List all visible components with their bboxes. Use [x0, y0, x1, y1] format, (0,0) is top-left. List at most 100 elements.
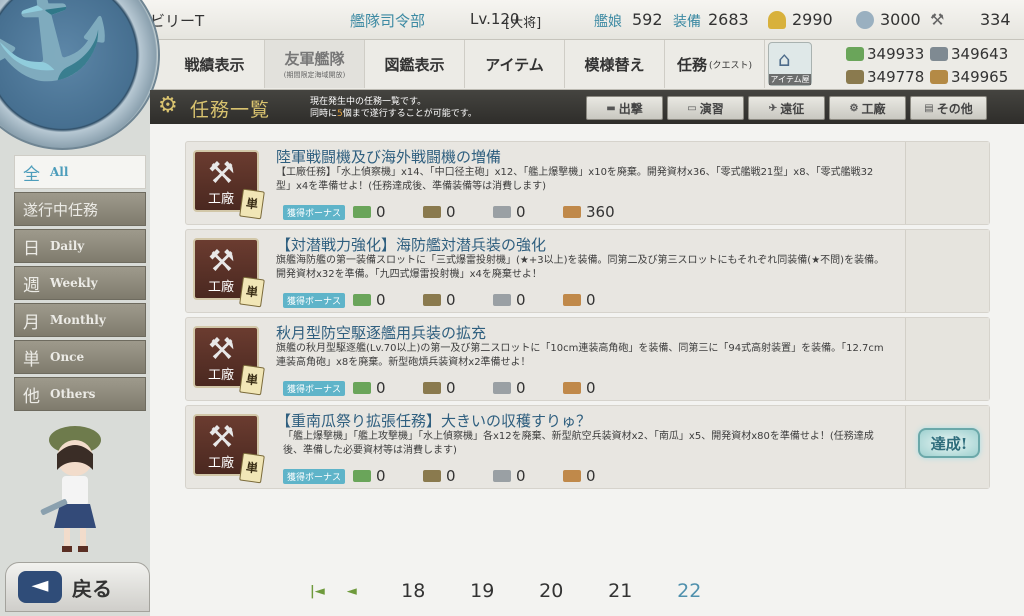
nav-quest-sublabel: (クエスト)	[708, 60, 753, 71]
filter-expedition[interactable]: ✈ 遠征	[748, 96, 825, 120]
nav-friend-fleet[interactable]: 友軍艦隊 (期間限定海域開放)	[265, 40, 365, 88]
arsenal-icon: ⚙	[849, 102, 859, 114]
filter-exercise[interactable]: ▭ 演習	[667, 96, 744, 120]
page-number[interactable]: 21	[586, 580, 655, 602]
nav-items-label: アイテム	[485, 55, 544, 74]
quest-status: 達成!	[905, 406, 989, 488]
filter-other[interactable]: ▤ その他	[910, 96, 987, 120]
other-icon: ▤	[924, 102, 934, 114]
nav-items[interactable]: アイテム	[465, 40, 565, 88]
emblem-character: ⚓	[0, 0, 124, 96]
gear-icon: ⚙	[158, 93, 178, 118]
quest-card[interactable]: ⚒ 工廠 単 秋月型防空駆逐艦用兵装の拡充 旗艦の秋月型駆逐艦(Lv.70以上)…	[185, 317, 990, 401]
category-weekly-ja: 週	[23, 275, 40, 296]
shop-icon: ⌂	[778, 47, 791, 71]
filter-sortie[interactable]: ▬ 出撃	[586, 96, 663, 120]
quest-title-bar: ⚙ 任務一覧 現在発生中の任務一覧です。 同時に5個まで遂行することが可能です。…	[150, 90, 1024, 124]
filter-arsenal[interactable]: ⚙ 工廠	[829, 96, 906, 120]
quest-card[interactable]: ⚒ 工廠 単 【重南瓜祭り拡張任務】大きいの収穫すりゅ？ 「艦上爆撃機」「艦上攻…	[185, 405, 990, 489]
reward-value: 0	[376, 291, 386, 309]
steel-icon	[930, 70, 948, 84]
category-all[interactable]: 全 All	[14, 155, 146, 189]
ship-label: 艦娘	[594, 14, 622, 30]
category-others[interactable]: 他 Others	[14, 377, 146, 411]
reward-value: 0	[586, 467, 596, 485]
item-shop-button[interactable]: ⌂ アイテム屋	[768, 42, 812, 86]
reward-ammo: 0	[423, 203, 493, 221]
ammo-value: 349778	[867, 68, 925, 86]
bauxite-reward-icon	[563, 206, 582, 218]
filter-expedition-label: 遠征	[780, 101, 805, 116]
quest-card[interactable]: ⚒ 工廠 単 【対潜戦力強化】海防艦対潜兵装の強化 旗艦海防艦の第一装備スロット…	[185, 229, 990, 313]
steel-reward-icon	[493, 470, 512, 482]
page-number[interactable]: 19	[448, 580, 517, 602]
category-once[interactable]: 単 Once	[14, 340, 146, 374]
category-monthly[interactable]: 月 Monthly	[14, 303, 146, 337]
quest-title: 【重南瓜祭り拡張任務】大きいの収穫すりゅ？	[276, 412, 592, 430]
pagination: |◄ ◄ 18 19 20 21 22	[310, 578, 724, 604]
quest-title: 陸軍戦闘機及び海外戦闘機の増備	[276, 148, 502, 166]
nav-quest[interactable]: 任務 (クエスト)	[665, 40, 765, 88]
first-page-icon[interactable]: |◄	[310, 584, 325, 599]
category-weekly-en: Weekly	[50, 276, 98, 290]
filter-sortie-label: 出撃	[618, 101, 643, 116]
fuel-reward-icon	[353, 206, 372, 218]
quest-rewards: 獲得ボーナス 0 0 0 360	[283, 203, 633, 221]
steel-reward-icon	[493, 382, 512, 394]
material-ammo: 349778	[846, 67, 924, 87]
ammo-reward-icon	[423, 382, 442, 394]
page-number[interactable]: 20	[517, 580, 586, 602]
material-instant-repair: 349933	[846, 44, 924, 64]
ship-count: 592	[632, 10, 663, 29]
reward-value: 0	[376, 467, 386, 485]
quest-frequency-badge: 単	[239, 452, 265, 484]
category-in-progress[interactable]: 遂行中任務	[14, 192, 146, 226]
quest-note-prefix: 同時に	[310, 109, 338, 119]
page-number[interactable]: 18	[379, 580, 448, 602]
reward-value: 0	[586, 379, 596, 397]
quest-frequency-badge: 単	[239, 188, 265, 220]
fuel-reward-icon	[353, 382, 372, 394]
quest-rewards: 獲得ボーナス 0 0 0 0	[283, 291, 633, 309]
hammer-wrench-icon: ⚒	[208, 156, 235, 191]
quest-category-label: 工廠	[207, 368, 234, 383]
nav-friend-fleet-sublabel: (期間限定海域開放)	[283, 71, 346, 79]
player-name: ビリーT	[150, 12, 205, 30]
reward-steel: 0	[493, 203, 563, 221]
nav-friend-fleet-label: 友軍艦隊	[284, 50, 345, 68]
nav-encyclopedia-label: 図鑑表示	[384, 55, 445, 74]
category-daily-ja: 日	[23, 238, 40, 259]
quest-status	[905, 318, 989, 400]
category-others-ja: 他	[23, 386, 40, 407]
reward-value: 0	[446, 467, 456, 485]
reward-bauxite: 360	[563, 203, 633, 221]
back-button[interactable]: ◄ 戻る	[5, 562, 150, 612]
fuel-reward-icon	[353, 294, 372, 306]
quest-description: 旗艦海防艦の第一装備スロットに「三式爆雷投射機」(★+3以上)を装備。同第二及び…	[276, 255, 885, 280]
quest-title: 秋月型防空駆逐艦用兵装の拡充	[276, 324, 487, 342]
reward-value: 0	[516, 467, 526, 485]
category-daily[interactable]: 日 Daily	[14, 229, 146, 263]
nav-furniture[interactable]: 模様替え	[565, 40, 665, 88]
category-once-en: Once	[50, 350, 85, 364]
nav-record[interactable]: 戦績表示	[165, 40, 265, 88]
quest-frequency-badge: 単	[239, 276, 265, 308]
nav-encyclopedia[interactable]: 図鑑表示	[365, 40, 465, 88]
reward-value: 0	[586, 291, 596, 309]
reward-value: 0	[376, 379, 386, 397]
steel-reward-icon	[493, 206, 512, 218]
current-page-number[interactable]: 22	[655, 580, 724, 602]
quest-note: 現在発生中の任務一覧です。 同時に5個まで遂行することが可能です。	[310, 96, 477, 120]
quest-title: 【対潜戦力強化】海防艦対潜兵装の強化	[276, 236, 547, 254]
quest-card[interactable]: ⚒ 工廠 単 陸軍戦闘機及び海外戦闘機の増備 【工廠任務】「水上偵察機」x14、…	[185, 141, 990, 225]
hammer-icon: ⚒	[930, 10, 945, 29]
back-arrow-icon: ◄	[18, 571, 62, 603]
prev-page-icon[interactable]: ◄	[347, 584, 357, 599]
bonus-label: 獲得ボーナス	[283, 468, 346, 484]
fleet-emblem: ⚓	[0, 0, 160, 150]
category-weekly[interactable]: 週 Weekly	[14, 266, 146, 300]
category-all-en: All	[50, 165, 69, 179]
reward-fuel: 0	[353, 203, 423, 221]
quest-complete-badge[interactable]: 達成!	[918, 428, 980, 458]
hq-label: 艦隊司令部	[350, 12, 426, 30]
